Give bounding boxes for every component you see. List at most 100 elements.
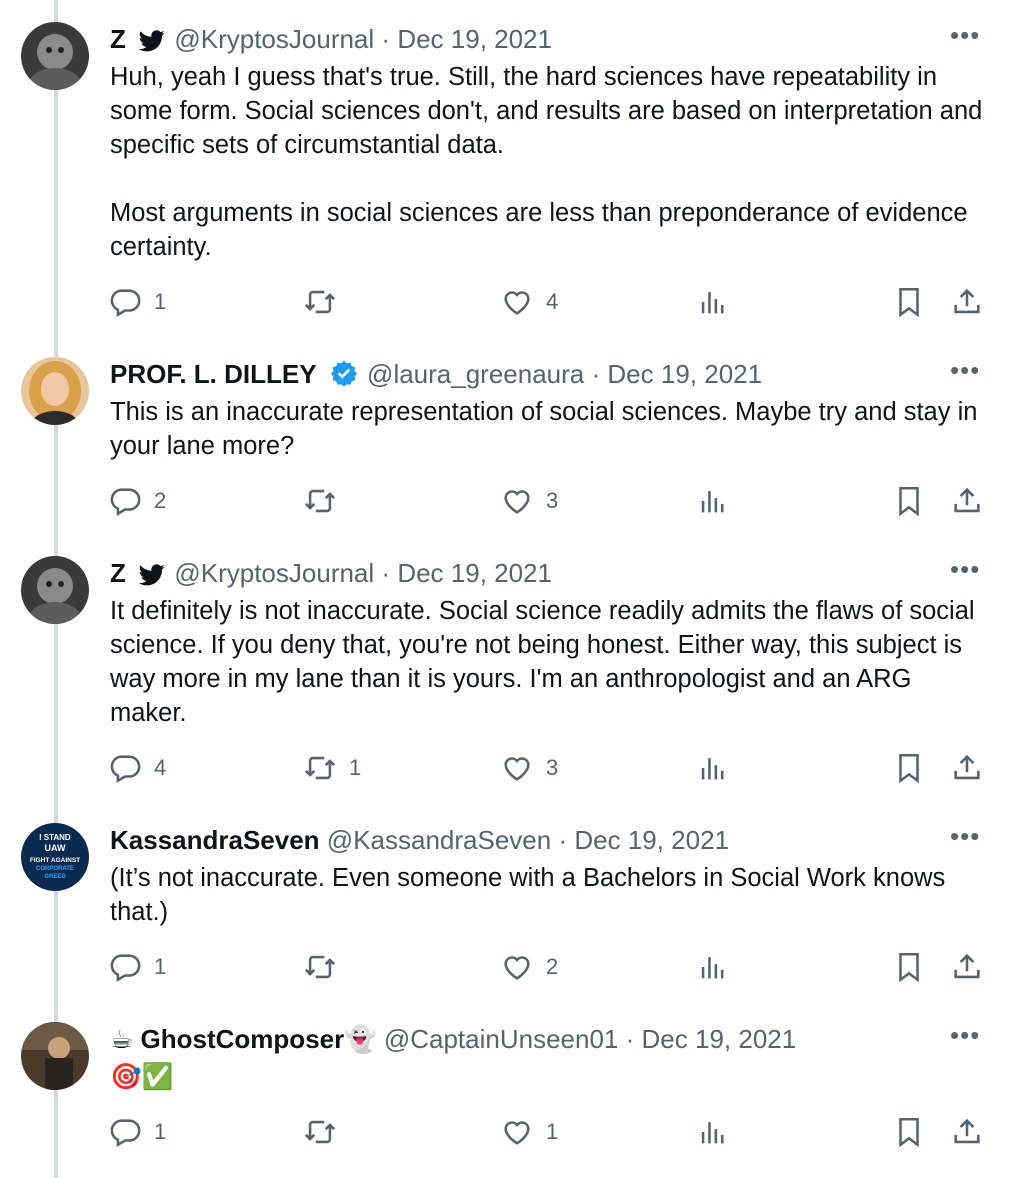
reply-button[interactable]: 2 bbox=[108, 483, 166, 519]
tweet[interactable]: I STAND UAW FIGHT AGAINST CORPORATE GREE… bbox=[0, 823, 1026, 993]
user-handle[interactable]: @laura_greenaura bbox=[367, 359, 584, 389]
heart-icon bbox=[504, 956, 530, 980]
separator-dot: · bbox=[381, 558, 391, 588]
tweet-date[interactable]: Dec 19, 2021 bbox=[607, 359, 762, 389]
avatar[interactable]: I STAND UAW FIGHT AGAINST CORPORATE GREE… bbox=[21, 823, 89, 891]
tweet-actions: 1 1 bbox=[108, 1114, 986, 1150]
avatar[interactable] bbox=[21, 556, 89, 624]
views-button[interactable] bbox=[696, 750, 730, 786]
user-handle[interactable]: @KassandraSeven bbox=[327, 825, 551, 855]
avatar[interactable] bbox=[21, 22, 89, 90]
heart-icon bbox=[504, 1121, 530, 1145]
display-name[interactable]: PROF. L. DILLEY bbox=[110, 359, 317, 389]
share-button[interactable] bbox=[950, 483, 984, 519]
tweet-date[interactable]: Dec 19, 2021 bbox=[642, 1024, 797, 1054]
share-button[interactable] bbox=[950, 750, 984, 786]
reply-button[interactable]: 4 bbox=[108, 750, 166, 786]
separator-dot: · bbox=[381, 24, 391, 54]
reply-count: 4 bbox=[154, 755, 167, 780]
tweet[interactable]: ☕ GhostComposer👻 @CaptainUnseen01 · Dec … bbox=[0, 1022, 1026, 1162]
share-icon bbox=[954, 953, 980, 979]
display-name[interactable]: KassandraSeven bbox=[110, 825, 320, 855]
more-options-icon[interactable]: ••• bbox=[950, 823, 980, 857]
tweet[interactable]: PROF. L. DILLEY @laura_greenaura · Dec 1… bbox=[0, 357, 1026, 527]
share-button[interactable] bbox=[950, 949, 984, 985]
reply-count: 1 bbox=[154, 1119, 167, 1144]
retweet-button[interactable] bbox=[303, 483, 349, 519]
share-icon bbox=[954, 1118, 980, 1144]
like-count: 2 bbox=[546, 954, 559, 979]
more-options-icon[interactable]: ••• bbox=[950, 556, 980, 590]
user-handle[interactable]: @CaptainUnseen01 bbox=[384, 1024, 619, 1054]
tweet[interactable]: Z @KryptosJournal · Dec 19, 2021 ••• It … bbox=[0, 556, 1026, 796]
tweet-actions: 1 4 bbox=[108, 284, 986, 320]
reply-icon bbox=[110, 755, 141, 784]
reply-icon bbox=[110, 954, 141, 983]
like-count: 3 bbox=[546, 488, 559, 513]
display-name[interactable]: GhostComposer bbox=[141, 1024, 345, 1054]
tweet-header: Z @KryptosJournal · Dec 19, 2021 bbox=[110, 556, 956, 590]
reply-count: 1 bbox=[154, 954, 167, 979]
tweet-actions: 4 1 3 bbox=[108, 750, 986, 786]
views-button[interactable] bbox=[696, 284, 730, 320]
share-button[interactable] bbox=[950, 1114, 984, 1150]
avatar-text: UAW bbox=[45, 843, 67, 853]
bookmark-button[interactable] bbox=[892, 949, 926, 985]
bookmark-icon bbox=[899, 486, 919, 517]
retweet-button[interactable] bbox=[303, 284, 349, 320]
reply-button[interactable]: 1 bbox=[108, 1114, 166, 1150]
tweet-text: It definitely is not inaccurate. Social … bbox=[110, 597, 975, 727]
retweet-icon bbox=[304, 1120, 336, 1144]
like-button[interactable]: 1 bbox=[500, 1114, 558, 1150]
tweet-date[interactable]: Dec 19, 2021 bbox=[397, 558, 552, 588]
avatar[interactable] bbox=[21, 1022, 89, 1090]
more-options-icon[interactable]: ••• bbox=[950, 357, 980, 391]
bookmark-button[interactable] bbox=[892, 1114, 926, 1150]
views-button[interactable] bbox=[696, 949, 730, 985]
analytics-icon bbox=[701, 1122, 724, 1144]
heart-icon bbox=[504, 757, 530, 781]
tweet[interactable]: Z @KryptosJournal · Dec 19, 2021 ••• Huh… bbox=[0, 22, 1026, 322]
heart-icon bbox=[504, 291, 530, 315]
retweet-icon bbox=[304, 955, 336, 979]
reply-button[interactable]: 1 bbox=[108, 949, 166, 985]
tweet-header: Z @KryptosJournal · Dec 19, 2021 bbox=[110, 22, 956, 56]
more-options-icon[interactable]: ••• bbox=[950, 1022, 980, 1056]
twitter-bird-icon bbox=[138, 560, 165, 594]
analytics-icon bbox=[701, 957, 724, 979]
tweet-date[interactable]: Dec 19, 2021 bbox=[574, 825, 729, 855]
like-button[interactable]: 3 bbox=[500, 750, 558, 786]
retweet-icon bbox=[304, 756, 336, 780]
like-button[interactable]: 4 bbox=[500, 284, 558, 320]
analytics-icon bbox=[701, 491, 724, 513]
retweet-count: 1 bbox=[349, 755, 362, 780]
avatar-text: GREED bbox=[44, 874, 66, 880]
views-button[interactable] bbox=[696, 1114, 730, 1150]
retweet-button[interactable] bbox=[303, 949, 349, 985]
user-handle[interactable]: @KryptosJournal bbox=[174, 24, 374, 54]
display-name[interactable]: Z bbox=[110, 24, 126, 54]
display-name[interactable]: Z bbox=[110, 558, 126, 588]
verified-badge-icon bbox=[330, 359, 358, 395]
bookmark-button[interactable] bbox=[892, 284, 926, 320]
like-button[interactable]: 2 bbox=[500, 949, 558, 985]
retweet-button[interactable]: 1 bbox=[303, 750, 361, 786]
tweet-date[interactable]: Dec 19, 2021 bbox=[397, 24, 552, 54]
tweet-actions: 2 3 bbox=[108, 483, 986, 519]
views-button[interactable] bbox=[696, 483, 730, 519]
user-handle[interactable]: @KryptosJournal bbox=[174, 558, 374, 588]
retweet-icon bbox=[304, 290, 336, 314]
more-options-icon[interactable]: ••• bbox=[950, 22, 980, 56]
retweet-button[interactable] bbox=[303, 1114, 349, 1150]
bookmark-button[interactable] bbox=[892, 483, 926, 519]
bookmark-icon bbox=[899, 1117, 919, 1148]
like-button[interactable]: 3 bbox=[500, 483, 558, 519]
share-icon bbox=[954, 754, 980, 780]
avatar[interactable] bbox=[21, 357, 89, 425]
ghost-icon: 👻 bbox=[344, 1025, 377, 1055]
like-count: 3 bbox=[546, 755, 559, 780]
bookmark-button[interactable] bbox=[892, 750, 926, 786]
reply-button[interactable]: 1 bbox=[108, 284, 166, 320]
share-button[interactable] bbox=[950, 284, 984, 320]
avatar-text: CORPORATE bbox=[36, 866, 74, 872]
